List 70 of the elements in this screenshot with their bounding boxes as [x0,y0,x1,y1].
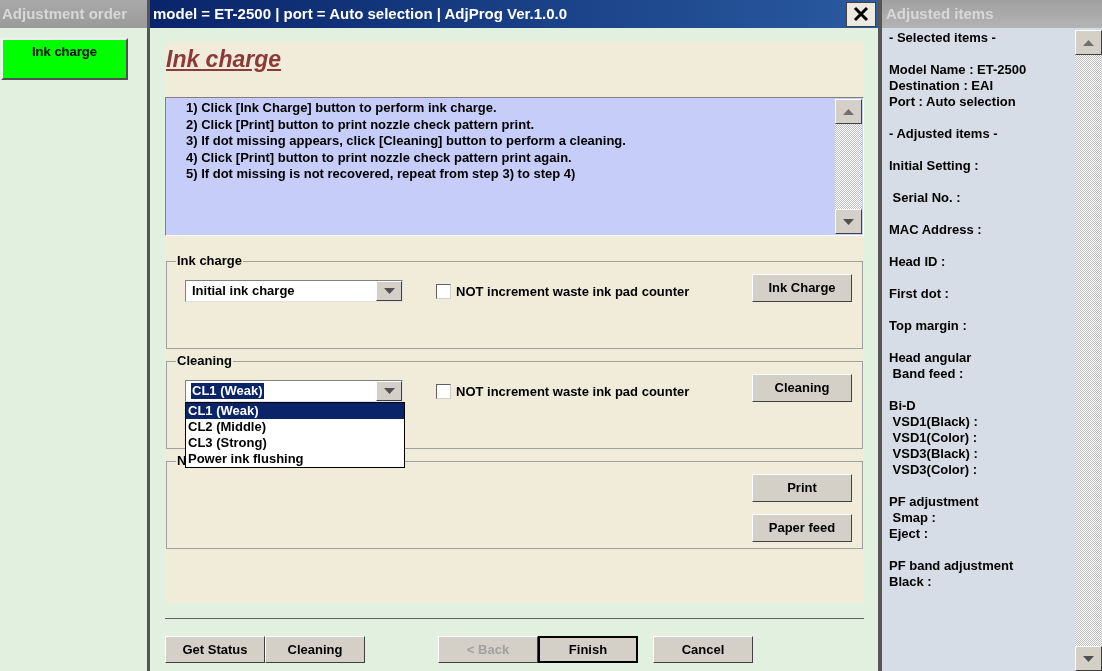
scroll-down-button[interactable] [1075,646,1102,671]
info-line: Serial No. : [891,190,962,206]
page-heading: Ink charge [166,45,282,73]
info-line: Black : [889,574,933,590]
panel-title: Adjustment order [2,3,127,24]
step-button[interactable]: Ink charge [1,38,128,80]
scroll-up-button[interactable] [1075,30,1102,55]
info-line: - Selected items - [889,30,997,46]
info-line: VSD1(Black) : [891,414,979,430]
info-line: Destination : EAI [889,78,994,94]
scroll-down-button[interactable] [835,209,862,234]
info-line: VSD3(Black) : [891,446,979,462]
info-line: First dot : [889,286,950,302]
info-line: PF band adjustment [889,558,1015,574]
dropdown-option[interactable]: CL1 (Weak) [186,403,404,419]
checkbox[interactable] [436,384,451,400]
info-line: Top margin : [889,318,968,334]
window-title: model = ET-2500 | port = Auto selection | AdjProg Ver.1.0.0 [153,3,568,24]
info-line: Model Name : ET-2500 [889,62,1028,78]
instruction-line: 1) Click [Ink Charge] button to perform ink charge. [186,100,498,117]
instruction-line: 2) Click [Print] button to print nozzle check pattern print. [186,116,536,133]
dropdown-option[interactable]: CL2 (Middle) [186,419,404,435]
down-arrow-icon [1083,655,1094,662]
dropdown-field[interactable]: Initial ink charge [185,280,403,302]
info-line: Head ID : [889,254,947,270]
dropdown-option[interactable]: Power ink flushing [186,451,404,467]
dropdown-button[interactable] [376,281,402,301]
dropdown-field[interactable]: CL1 (Weak) [185,380,403,402]
checkbox-label: NOT increment waste ink pad counter [456,383,690,401]
info-line: Band feed : [891,366,965,382]
info-line: Eject : [889,526,929,542]
scrollbar[interactable] [835,99,862,234]
dropdown-value: CL1 (Weak) [191,383,264,399]
info-line: VSD1(Color) : [891,430,979,446]
info-line: - Adjusted items - [889,126,999,142]
group-label: Ink charge [176,254,244,268]
dropdown-value: Initial ink charge [191,283,296,299]
instruction-line: 5) If dot missing is not recovered, repeat from step 3) to step 4) [186,166,577,183]
footer-button[interactable]: Get Status [165,636,265,663]
dropdown-option[interactable]: CL3 (Strong) [186,435,404,451]
checkbox[interactable] [436,284,451,300]
info-line: Smap : [891,510,937,526]
close-icon [853,6,869,22]
action-button[interactable]: Ink Charge [752,274,852,302]
info-line: Head angular [889,350,973,366]
caret-icon [383,288,395,294]
footer-button[interactable]: Cancel [653,636,753,663]
up-arrow-icon [843,108,854,115]
info-line: Initial Setting : [889,158,980,174]
info-line: MAC Address : [889,222,983,238]
checkbox-label: NOT increment waste ink pad counter [456,283,690,301]
footer-button[interactable]: Cleaning [265,636,365,663]
action-button[interactable]: Cleaning [752,374,852,402]
info-line: VSD3(Color) : [891,462,979,478]
action-button[interactable]: Paper feed [752,514,852,542]
info-line: Bi-D [889,398,917,414]
action-button[interactable]: Print [752,474,852,502]
instruction-line: 3) If dot missing appears, click [Cleaning] button to perform a cleaning. [186,133,627,150]
info-line: Port : Auto selection [889,94,1017,110]
info-line: PF adjustment [889,494,980,510]
footer-button[interactable]: Finish [538,636,638,663]
group-label: Cleaning [176,354,233,368]
caret-icon [383,388,395,394]
scrollbar[interactable] [1075,30,1102,671]
scroll-up-button[interactable] [835,99,862,124]
instruction-line: 4) Click [Print] button to print nozzle check pattern print again. [186,149,573,166]
down-arrow-icon [843,218,854,225]
dropdown-button[interactable] [376,381,402,401]
close-button[interactable] [846,1,876,27]
up-arrow-icon [1083,39,1094,46]
